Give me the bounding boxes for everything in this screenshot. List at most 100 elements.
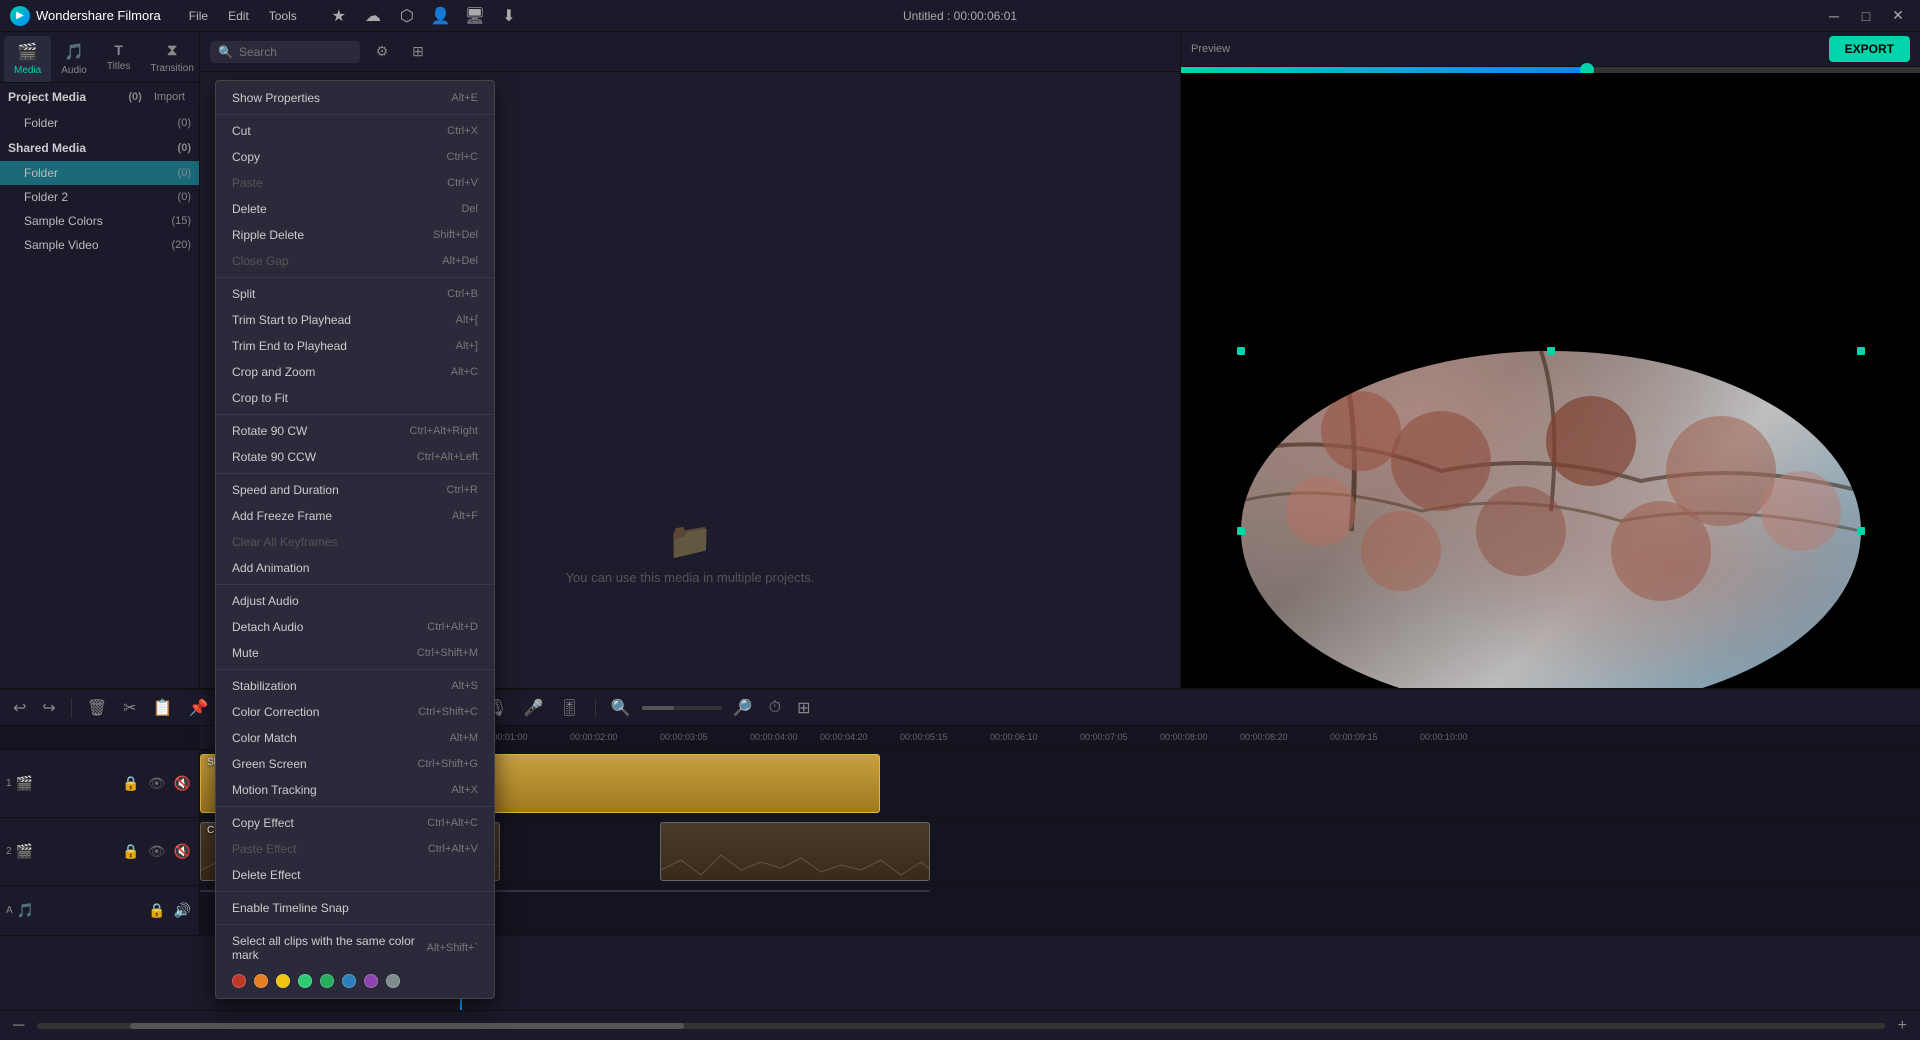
ctx-ripple-delete-shortcut: Shift+Del xyxy=(433,229,478,241)
ctx-stabilization-label: Stabilization xyxy=(232,679,297,693)
ctx-clear-keyframes: Clear All Keyframes xyxy=(216,529,494,555)
ctx-split-label: Split xyxy=(232,287,255,301)
ctx-color-match[interactable]: Color Match Alt+M xyxy=(216,725,494,751)
ctx-show-properties[interactable]: Show Properties Alt+E xyxy=(216,85,494,111)
ctx-motion-tracking[interactable]: Motion Tracking Alt+X xyxy=(216,777,494,803)
ctx-trim-end-shortcut: Alt+] xyxy=(456,340,478,352)
color-mark-green[interactable] xyxy=(298,974,312,988)
ctx-add-animation-label: Add Animation xyxy=(232,561,309,575)
ctx-detach-audio-shortcut: Ctrl+Alt+D xyxy=(427,621,478,633)
ctx-rotate-ccw[interactable]: Rotate 90 CCW Ctrl+Alt+Left xyxy=(216,444,494,470)
ctx-paste-effect-shortcut: Ctrl+Alt+V xyxy=(428,843,478,855)
ctx-speed-shortcut: Ctrl+R xyxy=(447,484,478,496)
ctx-color-correction-shortcut: Ctrl+Shift+C xyxy=(418,706,478,718)
ctx-crop-zoom-label: Crop and Zoom xyxy=(232,365,315,379)
ctx-crop-zoom-shortcut: Alt+C xyxy=(451,366,478,378)
ctx-ripple-delete-label: Ripple Delete xyxy=(232,228,304,242)
ctx-stabilization-shortcut: Alt+S xyxy=(451,680,478,692)
ctx-cut-label: Cut xyxy=(232,124,251,138)
ctx-cut-shortcut: Ctrl+X xyxy=(447,125,478,137)
ctx-ripple-delete[interactable]: Ripple Delete Shift+Del xyxy=(216,222,494,248)
ctx-copy-effect-label: Copy Effect xyxy=(232,816,294,830)
ctx-cut[interactable]: Cut Ctrl+X xyxy=(216,118,494,144)
color-mark-gray[interactable] xyxy=(386,974,400,988)
ctx-show-properties-shortcut: Alt+E xyxy=(451,92,478,104)
ctx-add-animation[interactable]: Add Animation xyxy=(216,555,494,581)
ctx-sep-2 xyxy=(216,414,494,415)
ctx-select-color-mark-label: Select all clips with the same color mar… xyxy=(232,934,427,962)
ctx-paste: Paste Ctrl+V xyxy=(216,170,494,196)
ctx-motion-tracking-shortcut: Alt+X xyxy=(451,784,478,796)
ctx-paste-effect: Paste Effect Ctrl+Alt+V xyxy=(216,836,494,862)
ctx-adjust-audio[interactable]: Adjust Audio xyxy=(216,588,494,614)
ctx-sep-8 xyxy=(216,924,494,925)
ctx-mute-label: Mute xyxy=(232,646,259,660)
ctx-freeze-label: Add Freeze Frame xyxy=(232,509,332,523)
ctx-sep-1 xyxy=(216,277,494,278)
ctx-crop-fit-label: Crop to Fit xyxy=(232,391,288,405)
ctx-crop-fit[interactable]: Crop to Fit xyxy=(216,385,494,411)
ctx-color-correction[interactable]: Color Correction Ctrl+Shift+C xyxy=(216,699,494,725)
ctx-rotate-cw-label: Rotate 90 CW xyxy=(232,424,307,438)
ctx-delete-shortcut: Del xyxy=(461,203,478,215)
ctx-mute-shortcut: Ctrl+Shift+M xyxy=(417,647,478,659)
ctx-rotate-ccw-label: Rotate 90 CCW xyxy=(232,450,316,464)
color-mark-purple[interactable] xyxy=(364,974,378,988)
ctx-delete[interactable]: Delete Del xyxy=(216,196,494,222)
ctx-green-screen[interactable]: Green Screen Ctrl+Shift+G xyxy=(216,751,494,777)
ctx-freeze[interactable]: Add Freeze Frame Alt+F xyxy=(216,503,494,529)
color-mark-blue[interactable] xyxy=(342,974,356,988)
color-mark-darkgreen[interactable] xyxy=(320,974,334,988)
ctx-copy-shortcut: Ctrl+C xyxy=(447,151,478,163)
ctx-paste-shortcut: Ctrl+V xyxy=(447,177,478,189)
ctx-sep-7 xyxy=(216,891,494,892)
ctx-split[interactable]: Split Ctrl+B xyxy=(216,281,494,307)
ctx-trim-start-shortcut: Alt+[ xyxy=(456,314,478,326)
ctx-enable-snap[interactable]: Enable Timeline Snap xyxy=(216,895,494,921)
ctx-sep-6 xyxy=(216,806,494,807)
ctx-select-color-mark[interactable]: Select all clips with the same color mar… xyxy=(216,928,494,968)
ctx-sep-5 xyxy=(216,669,494,670)
ctx-split-shortcut: Ctrl+B xyxy=(447,288,478,300)
ctx-rotate-ccw-shortcut: Ctrl+Alt+Left xyxy=(417,451,478,463)
ctx-enable-snap-label: Enable Timeline Snap xyxy=(232,901,349,915)
ctx-copy-label: Copy xyxy=(232,150,260,164)
ctx-freeze-shortcut: Alt+F xyxy=(452,510,478,522)
ctx-copy-effect-shortcut: Ctrl+Alt+C xyxy=(427,817,478,829)
color-mark-yellow[interactable] xyxy=(276,974,290,988)
ctx-show-properties-label: Show Properties xyxy=(232,91,320,105)
color-mark-orange[interactable] xyxy=(254,974,268,988)
ctx-color-correction-label: Color Correction xyxy=(232,705,319,719)
ctx-paste-label: Paste xyxy=(232,176,263,190)
ctx-paste-effect-label: Paste Effect xyxy=(232,842,296,856)
ctx-close-gap-shortcut: Alt+Del xyxy=(442,255,478,267)
color-mark-red[interactable] xyxy=(232,974,246,988)
ctx-motion-tracking-label: Motion Tracking xyxy=(232,783,317,797)
ctx-green-screen-label: Green Screen xyxy=(232,757,307,771)
ctx-trim-end[interactable]: Trim End to Playhead Alt+] xyxy=(216,333,494,359)
ctx-mute[interactable]: Mute Ctrl+Shift+M xyxy=(216,640,494,666)
ctx-green-screen-shortcut: Ctrl+Shift+G xyxy=(417,758,478,770)
ctx-clear-keyframes-label: Clear All Keyframes xyxy=(232,535,337,549)
ctx-color-match-shortcut: Alt+M xyxy=(450,732,478,744)
ctx-delete-effect[interactable]: Delete Effect xyxy=(216,862,494,888)
ctx-detach-audio-label: Detach Audio xyxy=(232,620,303,634)
context-menu: Show Properties Alt+E Cut Ctrl+X Copy Ct… xyxy=(215,80,495,999)
ctx-color-match-label: Color Match xyxy=(232,731,297,745)
ctx-adjust-audio-label: Adjust Audio xyxy=(232,594,299,608)
ctx-sep-4 xyxy=(216,584,494,585)
ctx-trim-start-label: Trim Start to Playhead xyxy=(232,313,351,327)
ctx-copy[interactable]: Copy Ctrl+C xyxy=(216,144,494,170)
ctx-copy-effect[interactable]: Copy Effect Ctrl+Alt+C xyxy=(216,810,494,836)
ctx-trim-start[interactable]: Trim Start to Playhead Alt+[ xyxy=(216,307,494,333)
ctx-speed[interactable]: Speed and Duration Ctrl+R xyxy=(216,477,494,503)
ctx-stabilization[interactable]: Stabilization Alt+S xyxy=(216,673,494,699)
ctx-detach-audio[interactable]: Detach Audio Ctrl+Alt+D xyxy=(216,614,494,640)
ctx-rotate-cw-shortcut: Ctrl+Alt+Right xyxy=(410,425,478,437)
ctx-sep-0 xyxy=(216,114,494,115)
ctx-sep-3 xyxy=(216,473,494,474)
ctx-crop-zoom[interactable]: Crop and Zoom Alt+C xyxy=(216,359,494,385)
ctx-delete-effect-label: Delete Effect xyxy=(232,868,300,882)
ctx-delete-label: Delete xyxy=(232,202,267,216)
ctx-rotate-cw[interactable]: Rotate 90 CW Ctrl+Alt+Right xyxy=(216,418,494,444)
